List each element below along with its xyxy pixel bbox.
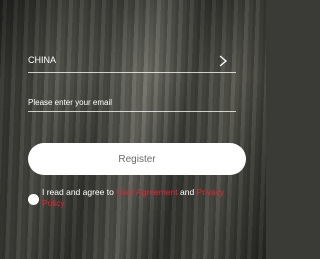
agreement-middle: and <box>177 187 197 197</box>
country-selector[interactable]: CHINA <box>28 54 236 73</box>
background-image <box>0 0 266 259</box>
email-field[interactable] <box>28 95 236 112</box>
agreement-text: I read and agree to User Agreement and P… <box>42 187 242 209</box>
country-label: CHINA <box>28 55 57 65</box>
user-agreement-link[interactable]: User Agreement <box>116 187 177 197</box>
chevron-right-icon <box>219 55 228 67</box>
agree-checkbox[interactable] <box>28 194 39 205</box>
register-button[interactable]: Register <box>28 143 246 175</box>
agreement-prefix: I read and agree to <box>42 187 117 197</box>
email-input[interactable] <box>28 95 228 109</box>
